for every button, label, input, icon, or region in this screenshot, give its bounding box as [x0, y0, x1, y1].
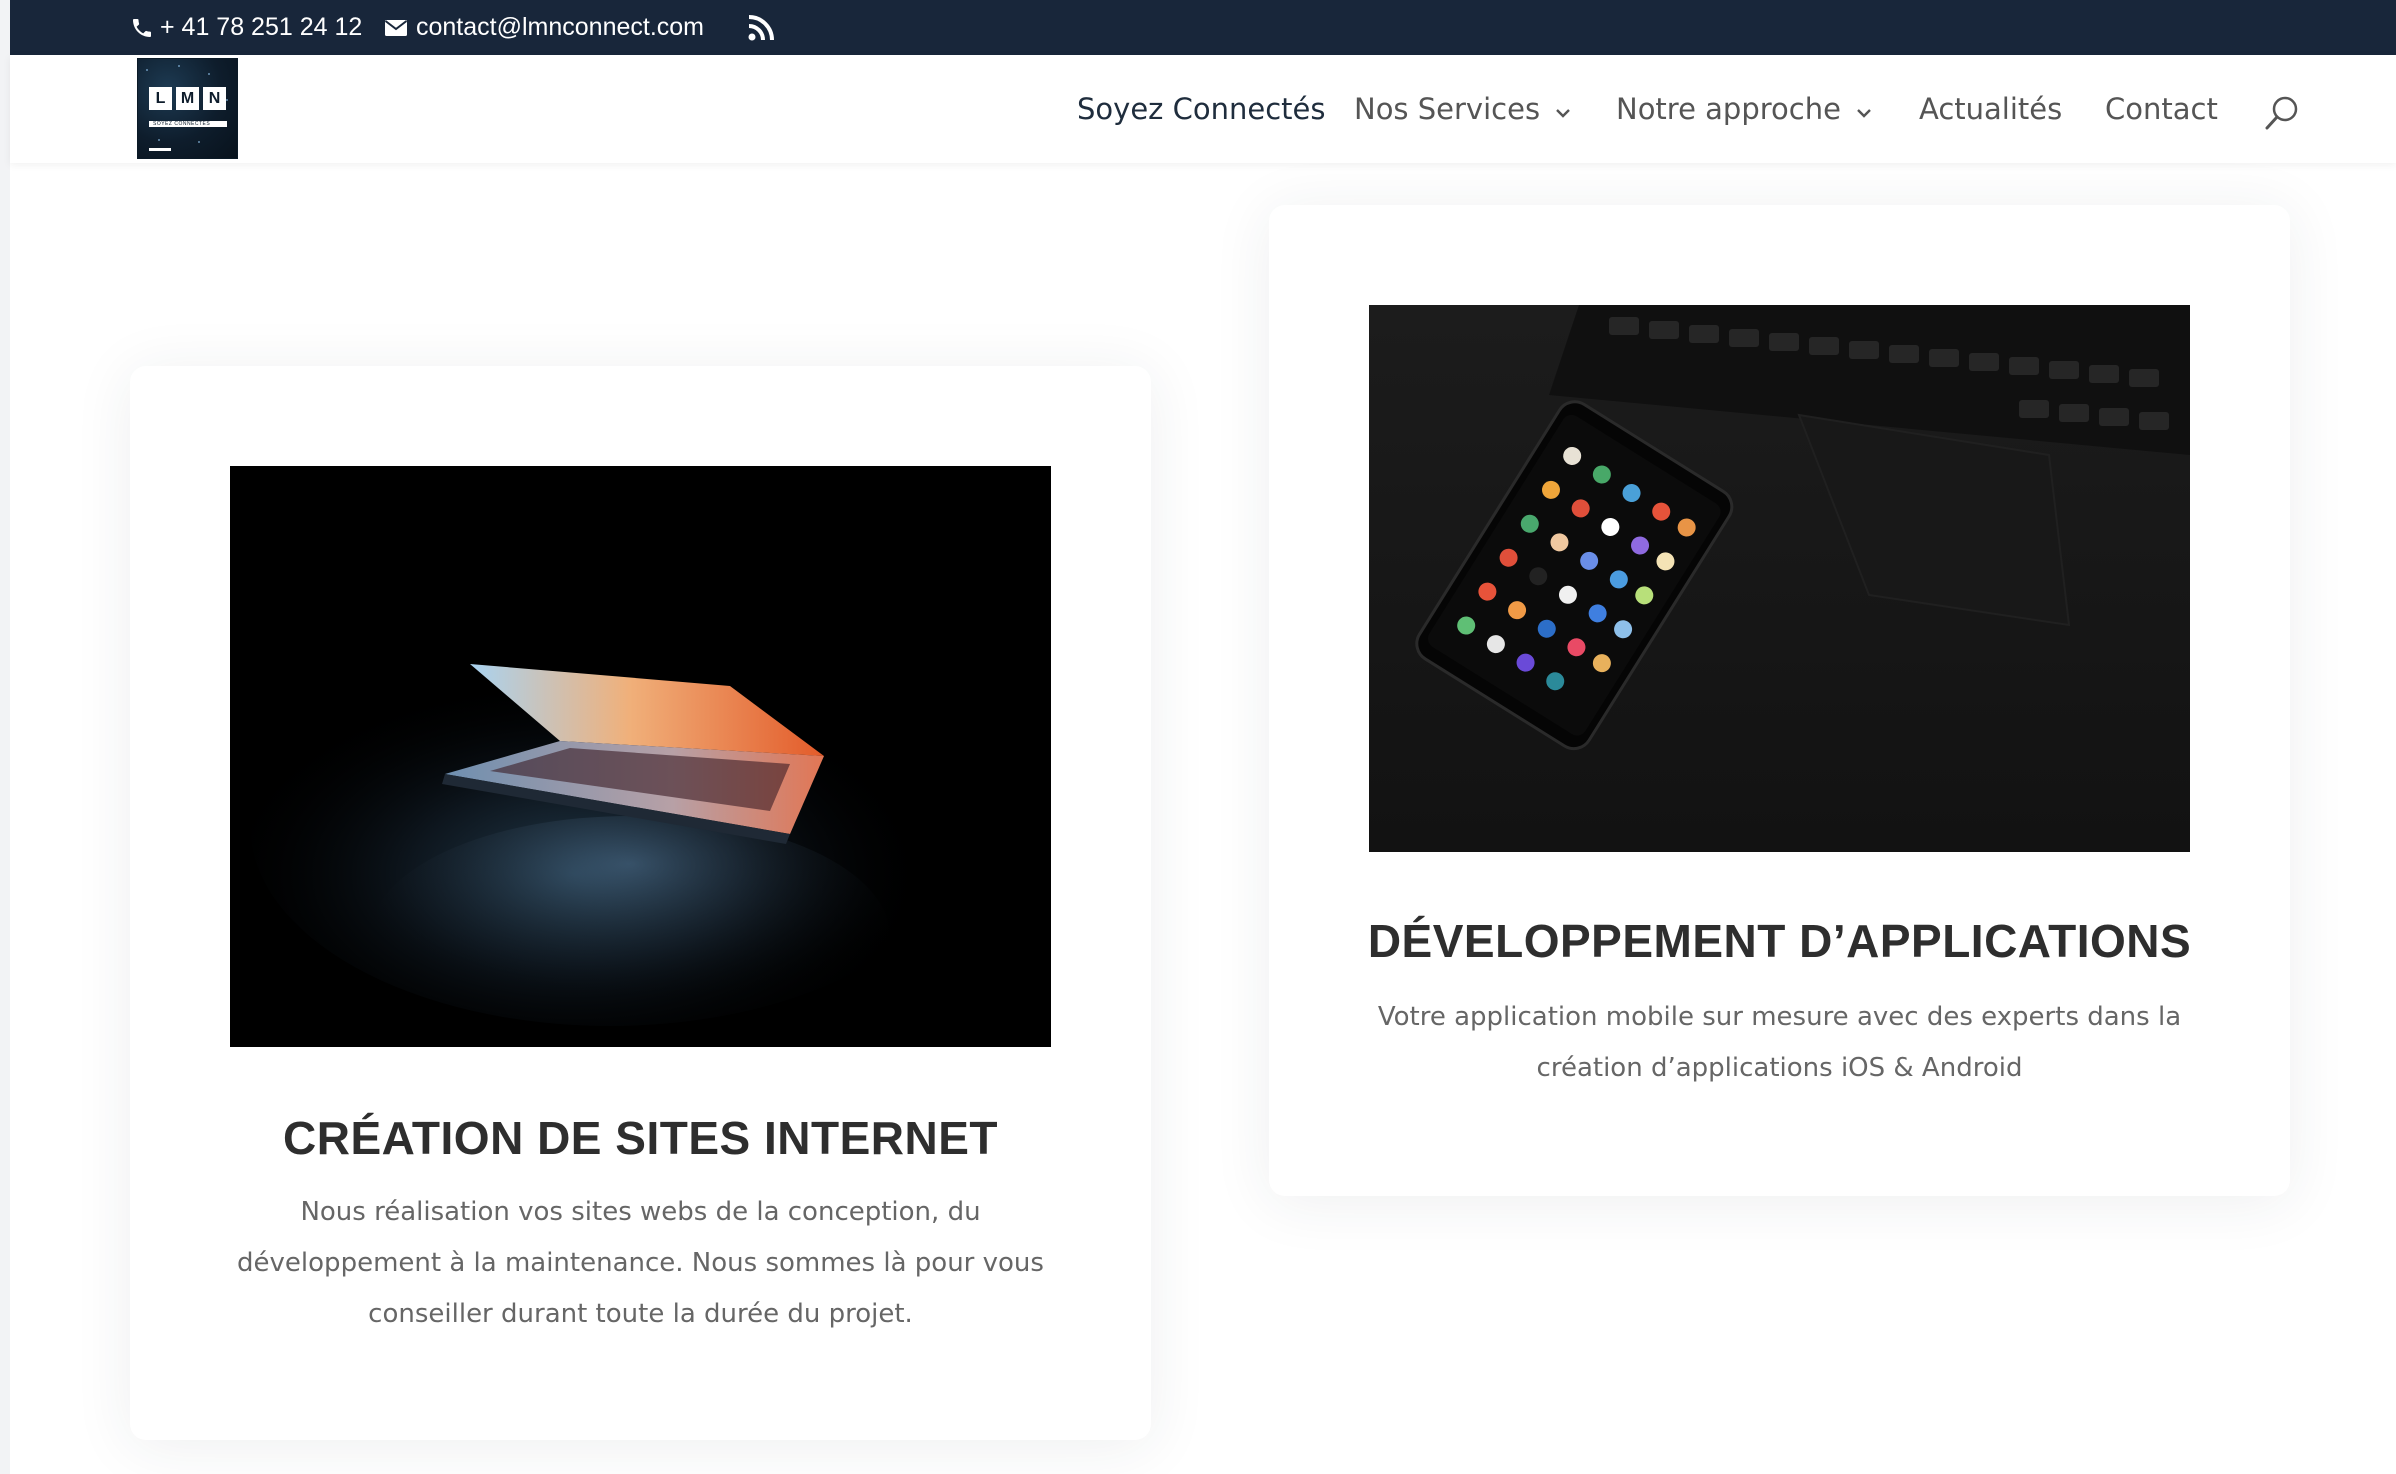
service-card-apps[interactable]: DÉVELOPPEMENT D’APPLICATIONS Votre appli… — [1269, 205, 2290, 1196]
rss-icon — [746, 13, 776, 43]
top-bar: + 41 78 251 24 12 contact@lmnconnect.com — [10, 0, 2396, 55]
card-title: CRÉATION DE SITES INTERNET — [283, 1112, 998, 1164]
card-description: Votre application mobile sur mesure avec… — [1377, 1002, 2182, 1083]
logo-tagline: SOYEZ CONNECTÉS — [149, 121, 227, 127]
nav-item-label: Actualités — [1919, 92, 2063, 126]
logo-letter: L — [149, 87, 172, 110]
phone-number: + 41 78 251 24 12 — [160, 13, 363, 41]
nav-item-contact[interactable]: Contact — [2105, 55, 2218, 163]
rss-link[interactable] — [746, 0, 776, 55]
email-link[interactable]: contact@lmnconnect.com — [384, 0, 704, 55]
laptop-in-dark-photo — [230, 466, 1051, 1047]
nav-item-label: Notre approche — [1616, 92, 1841, 126]
nav-item-actualites[interactable]: Actualités — [1919, 55, 2062, 163]
service-card-websites[interactable]: CRÉATION DE SITES INTERNET Nous réalisat… — [130, 366, 1151, 1440]
page: + 41 78 251 24 12 contact@lmnconnect.com — [0, 0, 2396, 1474]
email-address: contact@lmnconnect.com — [416, 13, 705, 41]
chevron-down-icon — [1554, 92, 1572, 126]
nav-item-notre-approche[interactable]: Notre approche — [1616, 55, 1873, 163]
window-edge — [0, 0, 10, 1474]
phone-icon — [130, 16, 154, 40]
nav-item-nos-services[interactable]: Nos Services — [1354, 55, 1572, 163]
nav-item-label: Soyez Connectés — [1077, 92, 1326, 126]
logo-letters: L M N — [149, 87, 226, 110]
search-icon — [2262, 96, 2302, 137]
envelope-icon — [384, 18, 408, 38]
search-button[interactable] — [2262, 93, 2302, 133]
smartphone-on-keyboard-photo — [1369, 305, 2190, 852]
card-title: DÉVELOPPEMENT D’APPLICATIONS — [1367, 915, 2192, 967]
logo-letter: N — [203, 87, 226, 110]
card-description: Nous réalisation vos sites webs de la co… — [237, 1197, 1044, 1329]
chevron-down-icon — [1855, 92, 1873, 126]
phone-link[interactable]: + 41 78 251 24 12 — [130, 0, 362, 55]
site-logo[interactable]: L M N SOYEZ CONNECTÉS — [137, 58, 238, 159]
logo-dash — [149, 148, 171, 151]
site-header: L M N SOYEZ CONNECTÉS Soyez Connectés No… — [10, 55, 2396, 163]
logo-letter: M — [176, 87, 199, 110]
nav-item-label: Contact — [2105, 92, 2218, 126]
nav-item-label: Nos Services — [1354, 92, 1541, 126]
nav-item-soyez-connectes[interactable]: Soyez Connectés — [1077, 55, 1325, 163]
